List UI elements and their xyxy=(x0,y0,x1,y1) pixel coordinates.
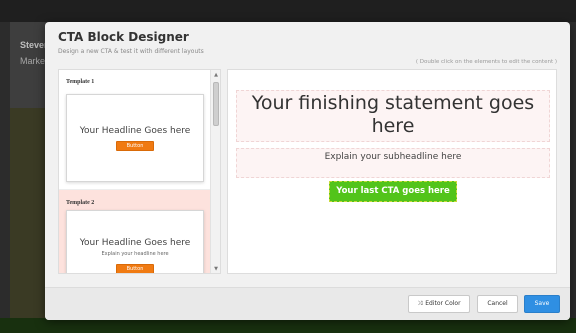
editor-color-button[interactable]: ⤨ Editor Color xyxy=(408,295,470,313)
template-preview-card[interactable]: Your Headline Goes here Button xyxy=(66,94,204,182)
background-subtitle: Marke xyxy=(20,56,46,66)
cta-designer-modal: CTA Block Designer Design a new CTA & te… xyxy=(45,22,570,320)
template-preview-card[interactable]: Your Headline Goes here Explain your hea… xyxy=(66,210,204,273)
preview-subheadline[interactable]: Explain your subheadline here xyxy=(237,152,549,162)
template-subheadline: Explain your headline here xyxy=(101,251,169,257)
scroll-thumb[interactable] xyxy=(213,82,219,126)
preview-headline-block[interactable]: Your finishing statement goes here xyxy=(236,90,550,142)
modal-title: CTA Block Designer xyxy=(58,30,189,44)
cancel-button[interactable]: Cancel xyxy=(477,295,518,313)
preview-cta-button[interactable]: Your last CTA goes here xyxy=(329,181,457,202)
template-list[interactable]: Template 1 Your Headline Goes here Butto… xyxy=(58,69,221,274)
editor-color-label: Editor Color xyxy=(425,300,461,307)
shuffle-icon: ⤨ xyxy=(417,300,423,307)
preview-headline[interactable]: Your finishing statement goes here xyxy=(237,92,549,138)
template-label: Template 1 xyxy=(66,79,95,85)
template-item-2[interactable]: Template 2 Your Headline Goes here Expla… xyxy=(59,190,211,273)
modal-subtitle: Design a new CTA & test it with differen… xyxy=(58,48,204,55)
template-label: Template 2 xyxy=(66,200,95,206)
scroll-up-icon[interactable]: ▲ xyxy=(211,71,220,80)
template-headline: Your Headline Goes here xyxy=(79,238,191,248)
edit-hint: ( Double click on the elements to edit t… xyxy=(415,59,557,65)
background-topbar xyxy=(0,0,576,22)
scroll-down-icon[interactable]: ▼ xyxy=(211,265,220,273)
save-button[interactable]: Save xyxy=(524,295,560,313)
template-button: Button xyxy=(116,141,154,151)
preview-subheadline-block[interactable]: Explain your subheadline here xyxy=(236,148,550,178)
template-item-1[interactable]: Template 1 Your Headline Goes here Butto… xyxy=(59,70,211,190)
template-headline: Your Headline Goes here xyxy=(79,126,191,136)
cta-preview-panel: Your finishing statement goes here Expla… xyxy=(227,69,557,274)
modal-footer: ⤨ Editor Color Cancel Save xyxy=(45,287,570,320)
template-list-scrollbar[interactable]: ▲ ▼ xyxy=(210,70,220,273)
template-button: Button xyxy=(116,264,154,273)
background-bottom-bar xyxy=(0,318,576,333)
